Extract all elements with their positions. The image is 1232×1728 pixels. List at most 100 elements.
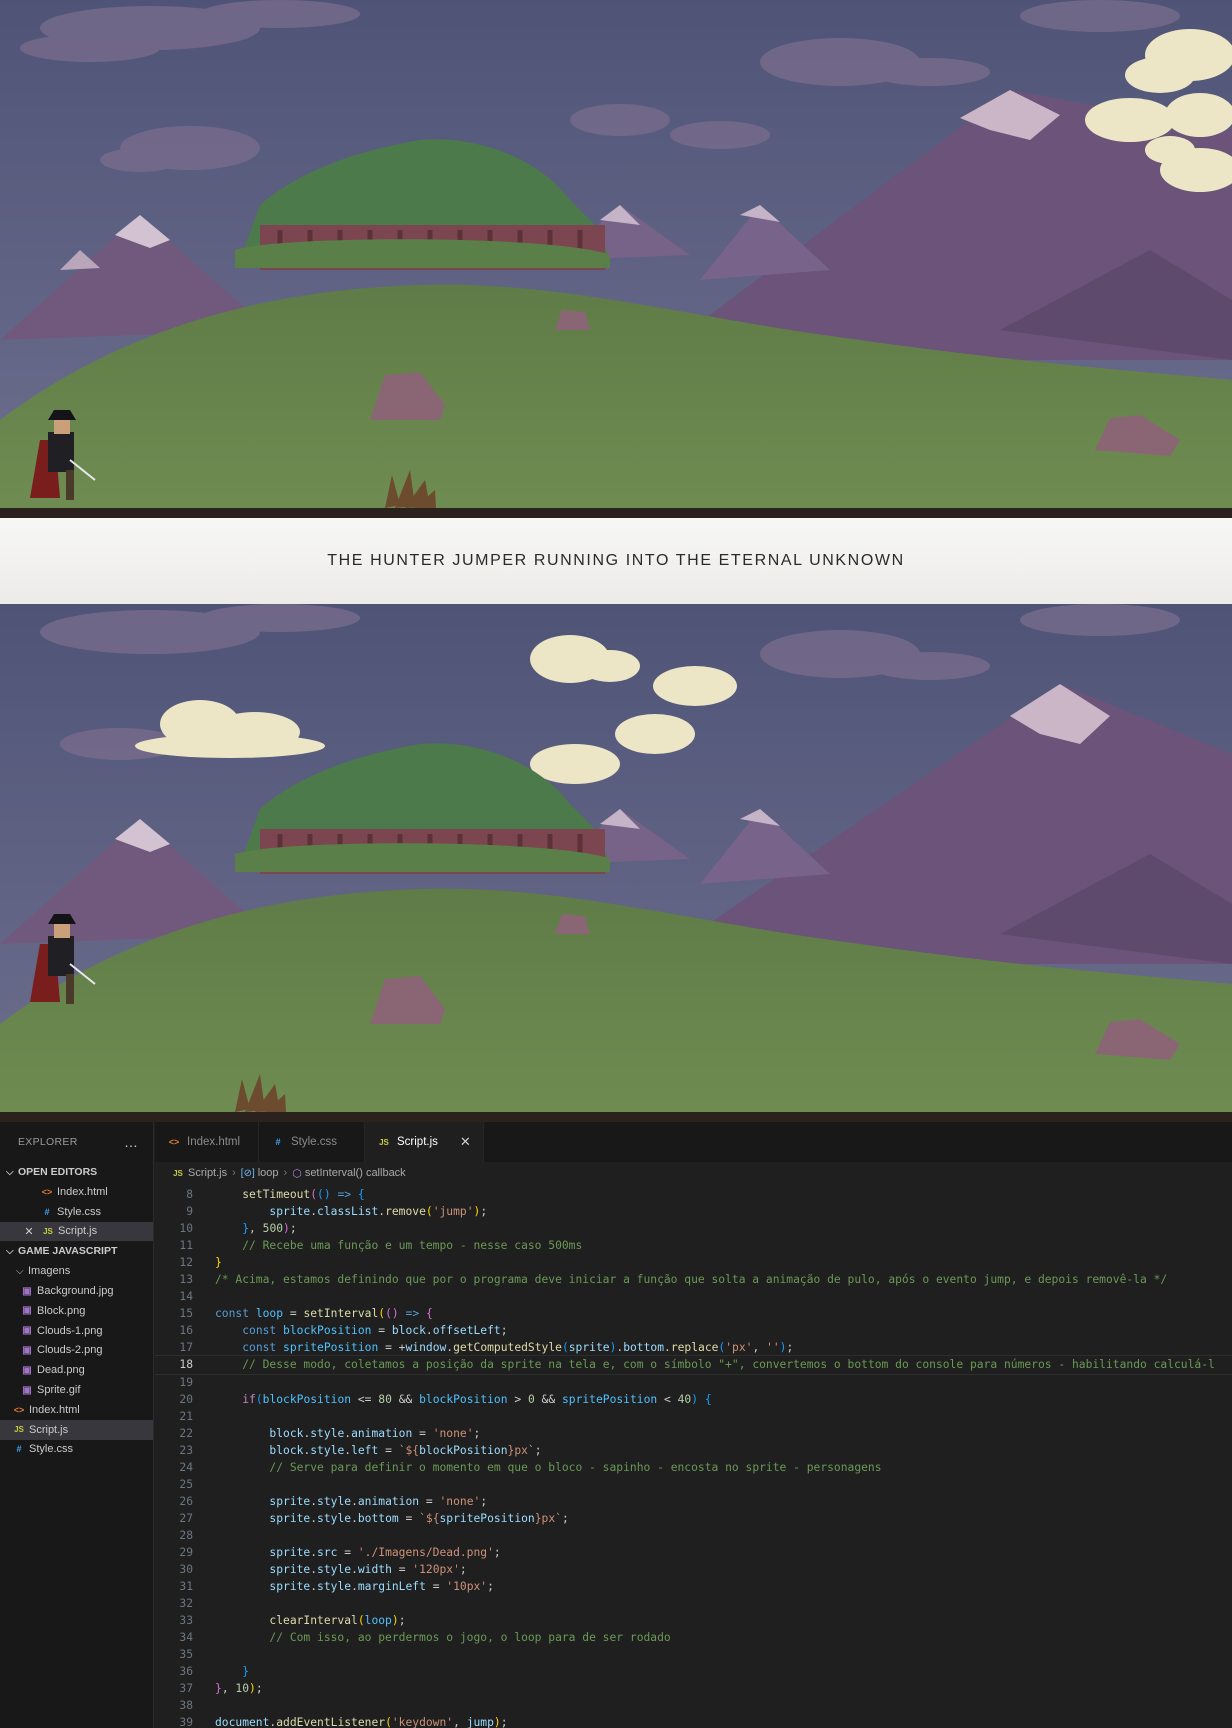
breadcrumb: JS Script.js › [⊘] loop › ⬡ setInterval(…: [155, 1162, 1232, 1184]
line-number: 12: [179, 1256, 193, 1270]
file-item[interactable]: # Style.css: [0, 1440, 153, 1460]
js-file-icon: JS: [379, 1137, 389, 1147]
code-area[interactable]: 8 setTimeout(() => {9 sprite.classList.r…: [155, 1186, 1232, 1728]
code-line[interactable]: 28: [155, 1527, 1232, 1544]
image-file-icon: ▣: [22, 1364, 32, 1376]
chevron-down-icon: ⌵: [16, 1265, 24, 1277]
code-line[interactable]: 12}: [155, 1254, 1232, 1271]
file-item[interactable]: ▣ Sprite.gif: [0, 1380, 153, 1400]
code-line[interactable]: 37}, 10);: [155, 1680, 1232, 1697]
breadcrumb-file[interactable]: Script.js: [188, 1167, 227, 1179]
tab-style-css[interactable]: # Style.css: [259, 1122, 365, 1162]
code-line[interactable]: 26 sprite.style.animation = 'none';: [155, 1493, 1232, 1510]
code-line[interactable]: 11 // Recebe uma função e um tempo - nes…: [155, 1237, 1232, 1254]
code-line[interactable]: 31 sprite.style.marginLeft = '10px';: [155, 1578, 1232, 1595]
line-number: 27: [179, 1511, 193, 1525]
code-line[interactable]: 27 sprite.style.bottom = `${spritePositi…: [155, 1510, 1232, 1527]
line-number: 39: [179, 1716, 193, 1728]
file-item[interactable]: <> Index.html: [0, 1400, 153, 1420]
code-line[interactable]: 34 // Com isso, ao perdermos o jogo, o l…: [155, 1629, 1232, 1646]
line-number: 16: [179, 1324, 193, 1338]
html-file-icon: <>: [168, 1137, 180, 1147]
file-item[interactable]: ▣ Clouds-1.png: [0, 1321, 153, 1341]
code-line[interactable]: 32: [155, 1595, 1232, 1612]
open-editors-section[interactable]: ⌵ OPEN EDITORS: [0, 1162, 153, 1182]
code-text: block.style.left = `${blockPosition}px`;: [269, 1443, 542, 1457]
close-icon[interactable]: ✕: [24, 1225, 34, 1238]
file-item[interactable]: ▣ Block.png: [0, 1301, 153, 1321]
code-line[interactable]: 25: [155, 1476, 1232, 1493]
file-item[interactable]: JS Script.js: [0, 1419, 153, 1440]
file-item[interactable]: ▣ Clouds-2.png: [0, 1341, 153, 1361]
tab-index-html[interactable]: <> Index.html: [155, 1122, 259, 1162]
code-line[interactable]: 33 clearInterval(loop);: [155, 1612, 1232, 1629]
code-line[interactable]: 13 /* Acima, estamos definindo que por o …: [155, 1271, 1232, 1288]
caption-band: THE HUNTER JUMPER RUNNING INTO THE ETERN…: [0, 518, 1232, 604]
breadcrumb-symbol[interactable]: loop: [258, 1167, 279, 1179]
image-file-icon: ▣: [22, 1305, 32, 1317]
game-scene-top: [0, 0, 1232, 518]
code-line[interactable]: 20 if(blockPosition <= 80 && blockPositi…: [155, 1391, 1232, 1408]
code-line[interactable]: 22 block.style.animation = 'none';: [155, 1425, 1232, 1442]
css-file-icon: #: [275, 1137, 281, 1147]
code-line[interactable]: 17 const spritePosition = +window.getCom…: [155, 1339, 1232, 1356]
image-file-icon: ▣: [22, 1285, 32, 1297]
code-line[interactable]: 19: [155, 1374, 1232, 1391]
more-actions-icon[interactable]: …: [124, 1134, 139, 1150]
breadcrumb-callback[interactable]: setInterval() callback: [305, 1167, 406, 1179]
line-number: 18: [179, 1358, 193, 1372]
file-item[interactable]: ▣ Dead.png: [0, 1360, 153, 1380]
html-file-icon: <>: [13, 1404, 25, 1415]
code-line[interactable]: 38: [155, 1697, 1232, 1714]
folder-item[interactable]: ⌵ Imagens: [0, 1261, 153, 1281]
project-section[interactable]: ⌵ GAME JAVASCRIPT: [0, 1241, 153, 1261]
code-text: sprite.style.bottom = `${spritePosition}…: [269, 1511, 569, 1525]
game-scene-bottom: [0, 604, 1232, 1122]
code-line[interactable]: 35: [155, 1646, 1232, 1663]
line-number: 10: [179, 1222, 193, 1236]
close-icon[interactable]: ✕: [460, 1134, 471, 1150]
code-text: const spritePosition = +window.getComput…: [242, 1341, 794, 1355]
css-file-icon: #: [16, 1444, 22, 1455]
file-label: Style.css: [29, 1443, 74, 1456]
code-line[interactable]: 14: [155, 1288, 1232, 1305]
chevron-down-icon: ⌵: [6, 1166, 14, 1178]
line-number: 25: [179, 1477, 193, 1491]
code-text: }, 10);: [215, 1682, 263, 1696]
code-line[interactable]: 15 const loop = setInterval(() => {: [155, 1305, 1232, 1322]
code-line[interactable]: 36 }: [155, 1663, 1232, 1680]
explorer-sidebar: EXPLORER … ⌵ OPEN EDITORS <> Index.html …: [0, 1122, 154, 1728]
file-label: Sprite.gif: [37, 1384, 81, 1397]
code-line[interactable]: 9 sprite.classList.remove('jump');: [155, 1203, 1232, 1220]
line-number: 38: [179, 1699, 193, 1713]
game-caption: THE HUNTER JUMPER RUNNING INTO THE ETERN…: [327, 552, 905, 569]
code-line[interactable]: 10 }, 500);: [155, 1220, 1232, 1237]
open-editors-label: OPEN EDITORS: [18, 1166, 98, 1178]
code-line[interactable]: 23 block.style.left = `${blockPosition}p…: [155, 1442, 1232, 1459]
file-label: Clouds-2.png: [37, 1344, 103, 1357]
code-line[interactable]: 8 setTimeout(() => {: [155, 1186, 1232, 1203]
line-number: 15: [179, 1307, 193, 1321]
code-line[interactable]: 29 sprite.src = './Imagens/Dead.png';: [155, 1544, 1232, 1561]
line-number: 9: [186, 1205, 193, 1219]
code-line[interactable]: 16 const blockPosition = block.offsetLef…: [155, 1322, 1232, 1339]
code-text: document.addEventListener('keydown', jum…: [215, 1716, 508, 1728]
open-editor-item[interactable]: ✕ JS Script.js: [0, 1221, 153, 1242]
code-text: if(blockPosition <= 80 && blockPosition …: [242, 1392, 712, 1406]
open-editor-item[interactable]: <> Index.html: [0, 1182, 153, 1202]
line-number: 34: [179, 1631, 193, 1645]
code-line[interactable]: 30 sprite.style.width = '120px';: [155, 1561, 1232, 1578]
code-line[interactable]: 21: [155, 1408, 1232, 1425]
code-line[interactable]: 18 // Desse modo, coletamos a posição da…: [155, 1355, 1232, 1375]
tab-script-js[interactable]: JS Script.js ✕: [365, 1122, 484, 1162]
code-text: // Serve para definir o momento em que o…: [269, 1460, 882, 1474]
code-line[interactable]: 39 document.addEventListener('keydown', j…: [155, 1714, 1232, 1728]
file-item[interactable]: ▣ Background.jpg: [0, 1281, 153, 1301]
editor-tabs: <> Index.html # Style.css JS Script.js ✕: [155, 1122, 1232, 1162]
line-number: 14: [179, 1290, 193, 1304]
code-text: // Desse modo, coletamos a posição da sp…: [242, 1358, 1215, 1372]
code-text: setTimeout(() => {: [242, 1188, 365, 1201]
open-editor-item[interactable]: # Style.css: [0, 1202, 153, 1222]
code-line[interactable]: 24 // Serve para definir o momento em qu…: [155, 1459, 1232, 1476]
file-label: Block.png: [37, 1304, 86, 1317]
